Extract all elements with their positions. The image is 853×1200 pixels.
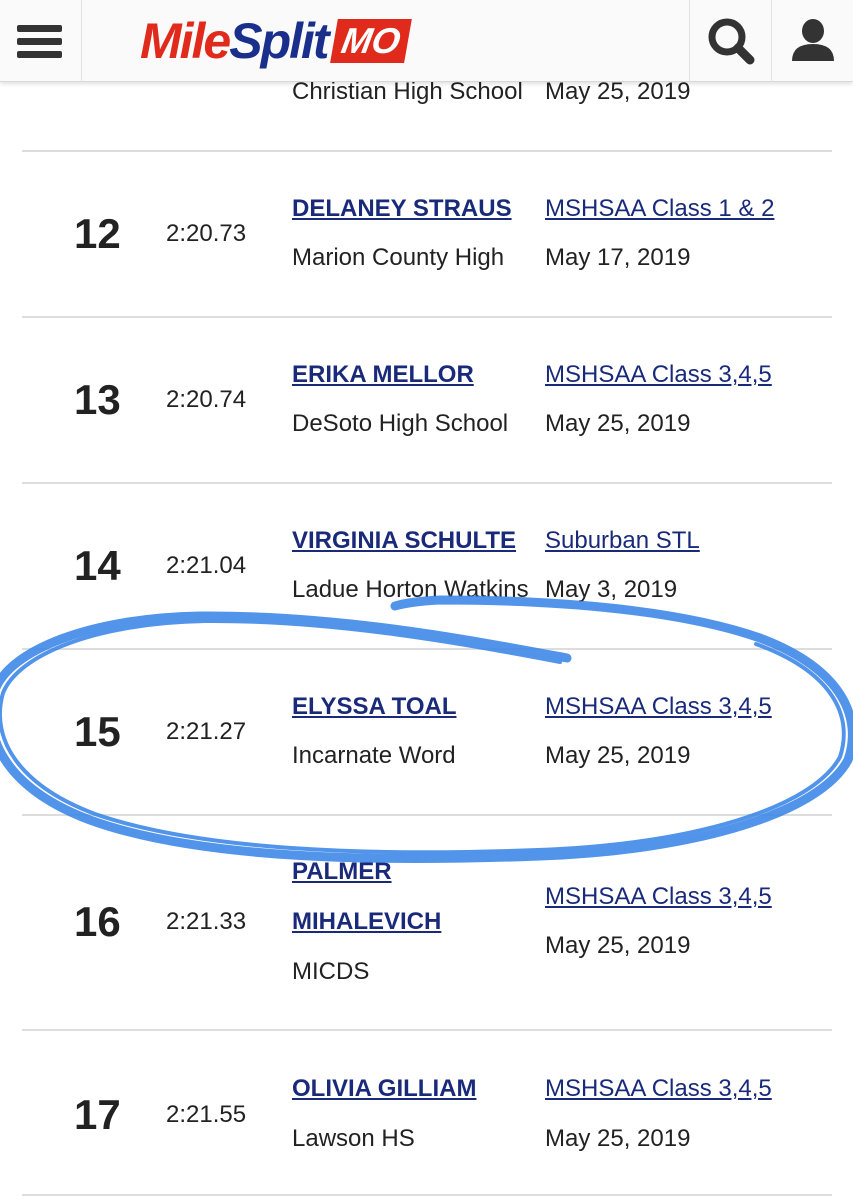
meet-link[interactable]: MSHSAA Class 3,4,5 — [545, 361, 772, 389]
row-divider — [22, 150, 832, 152]
meet-date: May 25, 2019 — [545, 932, 691, 959]
school-name: Incarnate Word — [292, 742, 456, 769]
site-header: Mile Split MO — [0, 0, 853, 82]
school-name: Marion County High — [292, 244, 505, 271]
milesplit-logo[interactable]: Mile Split MO — [140, 12, 412, 70]
row-divider — [22, 814, 832, 816]
school-name: Christian High School — [292, 78, 523, 105]
meet-date: May 25, 2019 — [545, 410, 691, 437]
mark-time: 2:21.04 — [166, 552, 247, 579]
search-button[interactable] — [689, 0, 771, 82]
meet-date: May 25, 2019 — [545, 742, 691, 769]
hamburger-icon-line — [17, 51, 62, 58]
athlete-link[interactable]: DELANEY STRAUS — [292, 195, 512, 223]
mark-time: 2:21.33 — [166, 908, 247, 935]
hamburger-icon-line — [17, 38, 62, 45]
meet-date: May 25, 2019 — [545, 78, 691, 105]
school-name: MICDS — [292, 958, 370, 985]
athlete-link[interactable]: ERIKA MELLOR — [292, 361, 474, 389]
logo-split-text: Split — [229, 13, 329, 69]
school-name: Lawson HS — [292, 1125, 415, 1152]
mark-time: 2:20.74 — [166, 386, 247, 413]
mark-time: 2:21.55 — [166, 1101, 247, 1128]
school-name: Ladue Horton Watkins — [292, 576, 529, 603]
athlete-link[interactable]: VIRGINIA SCHULTE — [292, 527, 516, 555]
search-icon — [708, 18, 755, 65]
rank-number: 14 — [74, 542, 121, 589]
mark-time: 2:20.73 — [166, 220, 247, 247]
row-divider — [22, 316, 832, 318]
rank-number: 13 — [74, 376, 121, 423]
meet-link[interactable]: MSHSAA Class 3,4,5 — [545, 693, 772, 721]
athlete-link[interactable]: OLIVIA GILLIAM — [292, 1075, 476, 1103]
meet-link[interactable]: MSHSAA Class 3,4,5 — [545, 883, 772, 911]
athlete-link-line1[interactable]: PALMER — [292, 858, 392, 886]
meet-date: May 17, 2019 — [545, 244, 691, 271]
rank-number: 12 — [74, 210, 121, 257]
row-divider — [22, 1194, 832, 1196]
meet-date: May 3, 2019 — [545, 576, 678, 603]
row-divider — [22, 648, 832, 650]
user-icon — [792, 19, 834, 61]
row-divider — [22, 482, 832, 484]
athlete-link[interactable]: ELYSSA TOAL — [292, 693, 456, 721]
menu-button[interactable] — [0, 0, 82, 82]
mark-time: 2:21.27 — [166, 718, 247, 745]
hamburger-icon — [17, 25, 62, 32]
meet-link[interactable]: MSHSAA Class 1 & 2 — [545, 195, 774, 223]
rank-number: 15 — [74, 708, 121, 755]
account-button[interactable] — [771, 0, 853, 82]
meet-link[interactable]: MSHSAA Class 3,4,5 — [545, 1075, 772, 1103]
meet-link[interactable]: Suburban STL — [545, 527, 700, 555]
row-divider — [22, 1029, 832, 1031]
logo-mile-text: Mile — [140, 13, 231, 69]
athlete-link-line2[interactable]: MIHALEVICH — [292, 908, 441, 936]
logo-state-badge: MO — [329, 19, 412, 63]
rank-number: 16 — [74, 898, 121, 945]
rank-number: 17 — [74, 1091, 121, 1138]
meet-date: May 25, 2019 — [545, 1125, 691, 1152]
school-name: DeSoto High School — [292, 410, 509, 437]
